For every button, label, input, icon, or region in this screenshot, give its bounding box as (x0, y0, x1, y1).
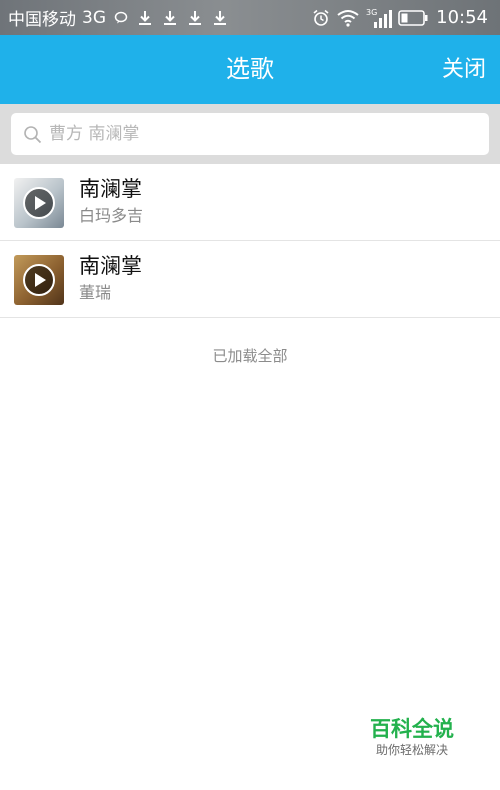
search-icon (24, 125, 42, 143)
network-type: 3G (82, 7, 106, 28)
watermark-logo: 百科全说 助你轻松解决 (366, 716, 458, 758)
watermark-title: 百科全说 (370, 717, 454, 741)
close-button[interactable]: 关闭 (442, 35, 486, 104)
album-cover (14, 255, 64, 305)
signal-label: 3G (366, 8, 377, 17)
download-icon (164, 10, 176, 25)
loaded-all-text: 已加载全部 (212, 347, 288, 365)
play-button[interactable] (23, 187, 55, 219)
search-box[interactable] (11, 113, 489, 155)
download-icon (189, 10, 201, 25)
song-list: 南澜掌 白玛多吉 南澜掌 董瑞 (0, 164, 500, 318)
album-cover (14, 178, 64, 228)
chat-bubble-icon (114, 11, 128, 24)
clock: 10:54 (436, 7, 488, 28)
song-title: 南澜掌 (79, 254, 142, 278)
page-title: 选歌 (226, 55, 274, 83)
battery-icon (398, 9, 428, 26)
signal-icon: 3G (366, 8, 393, 28)
play-icon (35, 273, 46, 287)
song-info: 南澜掌 白玛多吉 (79, 176, 143, 227)
alarm-icon (313, 9, 329, 26)
app-bar: 选歌 关闭 (0, 35, 500, 104)
list-item[interactable]: 南澜掌 董瑞 (0, 241, 500, 318)
download-icon (139, 10, 151, 25)
status-bar: 中国移动 3G 3G 10:54 (0, 0, 500, 35)
carrier-name: 中国移动 (8, 10, 76, 30)
play-icon (35, 196, 46, 210)
search-input[interactable] (49, 114, 469, 154)
search-bar (0, 104, 500, 164)
song-title: 南澜掌 (79, 177, 142, 201)
status-right: 3G 10:54 (306, 7, 500, 29)
watermark-subtitle: 助你轻松解决 (375, 743, 448, 757)
download-icon (214, 10, 226, 25)
song-artist: 白玛多吉 (79, 206, 144, 225)
song-info: 南澜掌 董瑞 (79, 253, 142, 304)
song-artist: 董瑞 (79, 283, 112, 302)
wifi-icon (337, 9, 359, 27)
list-item[interactable]: 南澜掌 白玛多吉 (0, 164, 500, 241)
play-button[interactable] (23, 264, 55, 296)
status-left: 中国移动 3G (0, 5, 238, 30)
